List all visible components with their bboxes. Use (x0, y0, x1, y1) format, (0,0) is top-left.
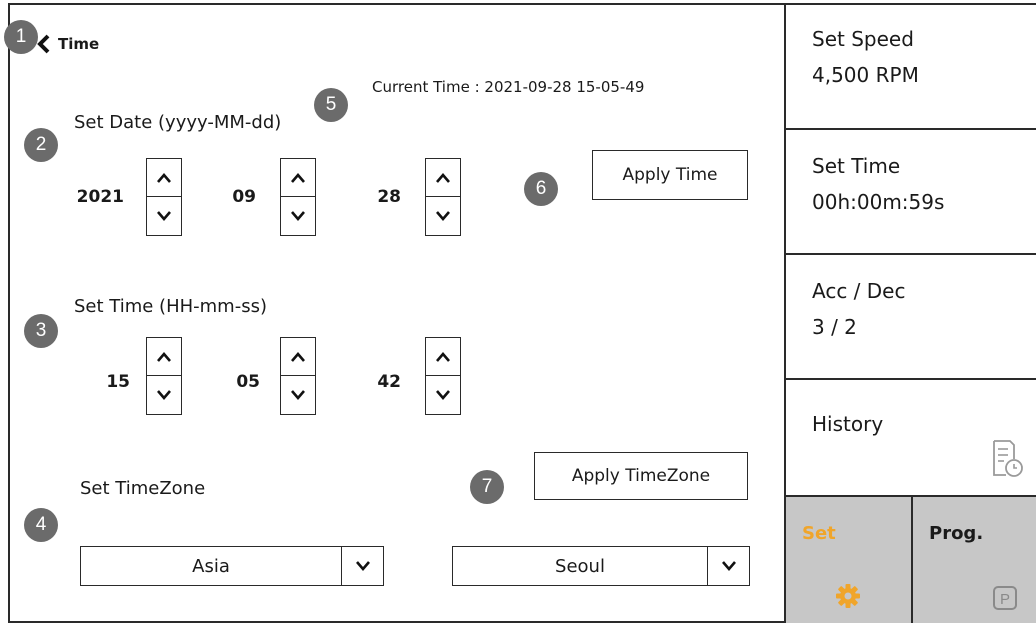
hour-down-button[interactable] (147, 376, 181, 414)
city-select-value: Seoul (555, 555, 605, 577)
minute-stepper (280, 337, 316, 415)
region-select[interactable]: Asia (80, 546, 384, 586)
year-stepper (146, 158, 182, 236)
bottom-tabs: Set Prog. P (786, 497, 1036, 623)
annotation-badge-6: 6 (524, 172, 558, 206)
minute-down-button[interactable] (281, 376, 315, 414)
chevron-up-icon (157, 351, 171, 362)
region-dropdown-button[interactable] (341, 547, 383, 585)
chevron-down-icon (291, 211, 305, 221)
svg-text:P: P (1000, 591, 1010, 608)
day-up-button[interactable] (426, 159, 460, 197)
sidebar: Set Speed 4,500 RPM Set Time 00h:00m:59s… (784, 3, 1036, 623)
chevron-down-icon (721, 561, 736, 571)
second-up-button[interactable] (426, 338, 460, 376)
city-select[interactable]: Seoul (452, 546, 750, 586)
tab-prog-label: Prog. (929, 523, 984, 544)
chevron-up-icon (157, 172, 171, 183)
set-date-label: Set Date (yyyy-MM-dd) (74, 112, 282, 133)
chevron-down-icon (157, 390, 171, 400)
month-stepper (280, 158, 316, 236)
chevron-left-icon (37, 34, 50, 54)
acc-dec-card[interactable]: Acc / Dec 3 / 2 (786, 255, 1036, 380)
annotation-badge-4: 4 (24, 508, 58, 542)
chevron-up-icon (291, 172, 305, 183)
acc-dec-label: Acc / Dec (812, 279, 906, 303)
month-up-button[interactable] (281, 159, 315, 197)
history-icon (993, 440, 1023, 477)
set-time-label: Set Time (HH-mm-ss) (74, 296, 267, 317)
second-value: 42 (377, 372, 401, 392)
tab-set-label: Set (802, 523, 836, 544)
set-time-card-label: Set Time (812, 154, 901, 178)
hour-up-button[interactable] (147, 338, 181, 376)
month-value: 09 (232, 187, 256, 207)
chevron-up-icon (436, 172, 450, 183)
history-card[interactable]: History (786, 380, 1036, 497)
year-down-button[interactable] (147, 197, 181, 235)
set-time-card[interactable]: Set Time 00h:00m:59s (786, 130, 1036, 255)
hour-stepper (146, 337, 182, 415)
minute-value: 05 (236, 372, 260, 392)
chevron-down-icon (436, 211, 450, 221)
second-stepper (425, 337, 461, 415)
set-speed-value: 4,500 RPM (812, 63, 919, 87)
set-speed-label: Set Speed (812, 27, 914, 51)
chevron-down-icon (291, 390, 305, 400)
set-time-card-value: 00h:00m:59s (812, 190, 945, 214)
year-value: 2021 (76, 187, 124, 207)
city-dropdown-button[interactable] (707, 547, 749, 585)
region-select-value: Asia (192, 555, 230, 577)
apply-timezone-button[interactable]: Apply TimeZone (534, 452, 748, 500)
day-down-button[interactable] (426, 197, 460, 235)
annotation-badge-5: 5 (314, 88, 348, 122)
day-value: 28 (377, 187, 401, 207)
chevron-up-icon (436, 351, 450, 362)
page-title: Time (58, 35, 100, 53)
minute-up-button[interactable] (281, 338, 315, 376)
chevron-down-icon (355, 561, 370, 571)
second-down-button[interactable] (426, 376, 460, 414)
annotation-badge-3: 3 (24, 314, 58, 348)
tab-prog[interactable]: Prog. P (911, 497, 1036, 623)
set-speed-card[interactable]: Set Speed 4,500 RPM (786, 3, 1036, 130)
gear-icon (836, 584, 860, 608)
chevron-down-icon (157, 211, 171, 221)
month-down-button[interactable] (281, 197, 315, 235)
current-time-readout: Current Time : 2021-09-28 15-05-49 (372, 78, 645, 96)
history-label: History (812, 412, 884, 436)
set-timezone-label: Set TimeZone (80, 478, 206, 499)
day-stepper (425, 158, 461, 236)
hour-value: 15 (106, 372, 130, 392)
program-p-icon: P (993, 586, 1017, 610)
year-up-button[interactable] (147, 159, 181, 197)
chevron-up-icon (291, 351, 305, 362)
back-button[interactable]: Time (36, 34, 99, 54)
annotation-badge-7: 7 (470, 470, 504, 504)
chevron-down-icon (436, 390, 450, 400)
acc-dec-value: 3 / 2 (812, 315, 857, 339)
annotation-badge-1: 1 (4, 20, 38, 54)
tab-set[interactable]: Set (786, 497, 911, 623)
annotation-badge-2: 2 (24, 128, 58, 162)
apply-time-button[interactable]: Apply Time (592, 150, 748, 200)
